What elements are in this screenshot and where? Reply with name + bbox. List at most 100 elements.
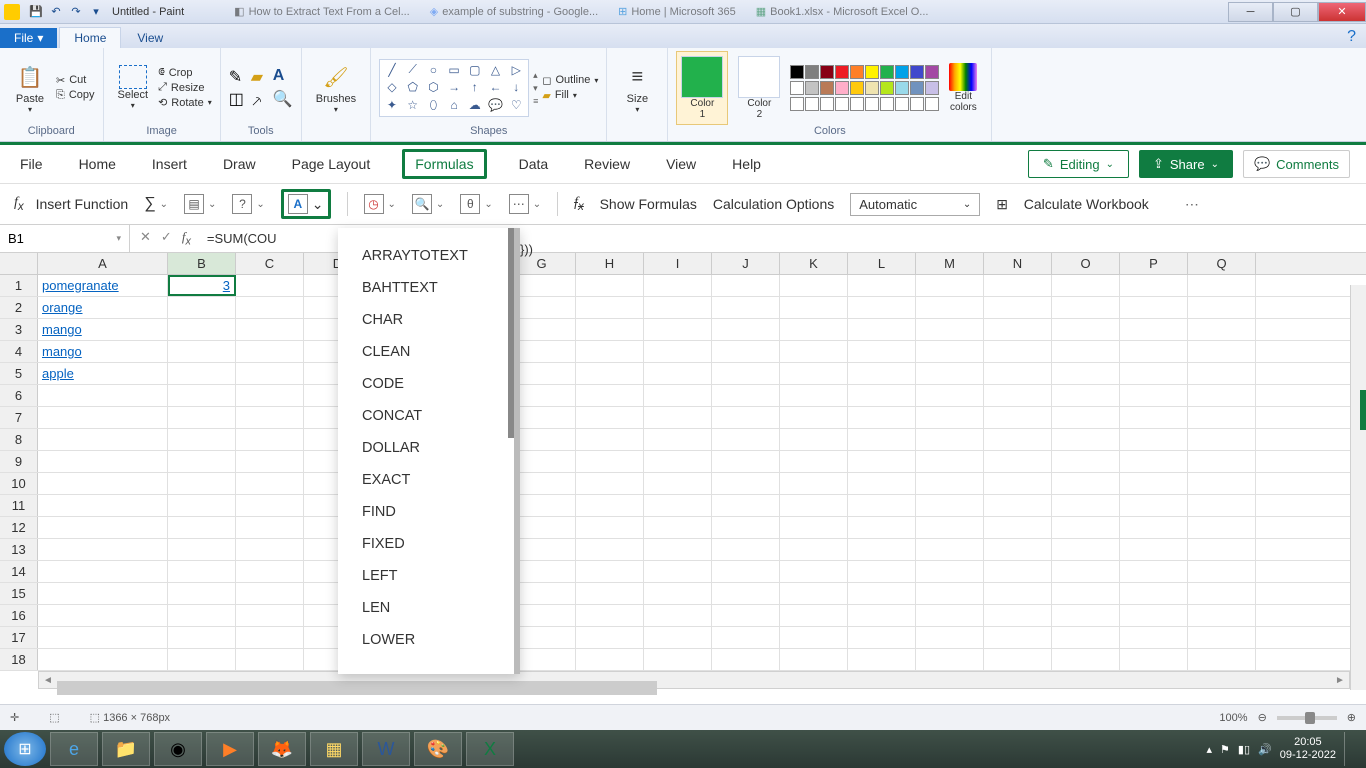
row-header[interactable]: 6	[0, 385, 38, 406]
cell[interactable]	[1188, 473, 1256, 494]
color-palette-row2[interactable]	[790, 81, 939, 95]
browser-tab[interactable]: ◈example of substring - Google...	[430, 5, 598, 18]
cell[interactable]	[984, 561, 1052, 582]
cell[interactable]	[1120, 539, 1188, 560]
taskbar-paint[interactable]: 🎨	[414, 732, 462, 766]
col-header-J[interactable]: J	[712, 253, 780, 274]
text-functions-dropdown[interactable]: A⌄	[281, 189, 331, 219]
minimize-button[interactable]: ─	[1228, 2, 1273, 22]
cell[interactable]	[236, 517, 304, 538]
menu-data[interactable]: Data	[515, 150, 553, 178]
cell[interactable]	[984, 429, 1052, 450]
menu-item-arraytotext[interactable]: ARRAYTOTEXT	[338, 240, 514, 272]
cell[interactable]	[576, 451, 644, 472]
cell[interactable]	[1052, 275, 1120, 296]
cell[interactable]	[1052, 517, 1120, 538]
cell[interactable]	[848, 539, 916, 560]
cell[interactable]	[712, 363, 780, 384]
menu-item-bahttext[interactable]: BAHTTEXT	[338, 272, 514, 304]
col-header-C[interactable]: C	[236, 253, 304, 274]
cell[interactable]	[576, 297, 644, 318]
select-all-corner[interactable]	[0, 253, 38, 274]
calculation-mode-select[interactable]: Automatic⌄	[850, 193, 980, 216]
paint-tab-home[interactable]: Home	[59, 27, 121, 48]
cell[interactable]	[1188, 517, 1256, 538]
zoom-out-button[interactable]: ⊖	[1258, 711, 1267, 724]
cell[interactable]	[984, 583, 1052, 604]
cell[interactable]	[168, 319, 236, 340]
taskbar-ie[interactable]: e	[50, 732, 98, 766]
cell[interactable]	[168, 561, 236, 582]
menu-review[interactable]: Review	[580, 150, 634, 178]
cell[interactable]	[984, 495, 1052, 516]
cell[interactable]	[916, 627, 984, 648]
cell[interactable]	[38, 385, 168, 406]
brushes-button[interactable]: 🖌Brushes▾	[310, 59, 362, 116]
color-swatch[interactable]	[880, 81, 894, 95]
cell[interactable]	[644, 649, 712, 670]
cell[interactable]	[236, 605, 304, 626]
cell[interactable]	[916, 583, 984, 604]
zoom-slider[interactable]	[1277, 716, 1337, 720]
cell[interactable]	[848, 649, 916, 670]
cell[interactable]	[712, 517, 780, 538]
cell[interactable]	[848, 495, 916, 516]
size-button[interactable]: ≡Size▾	[615, 59, 659, 116]
cell[interactable]	[780, 407, 848, 428]
cell[interactable]	[236, 473, 304, 494]
cell[interactable]	[848, 627, 916, 648]
cell[interactable]	[576, 319, 644, 340]
cell[interactable]	[984, 407, 1052, 428]
cell[interactable]	[576, 429, 644, 450]
color-swatch[interactable]	[910, 65, 924, 79]
cell[interactable]	[644, 385, 712, 406]
cell[interactable]	[780, 561, 848, 582]
cell[interactable]	[712, 539, 780, 560]
cell[interactable]	[1052, 385, 1120, 406]
cell[interactable]	[1052, 407, 1120, 428]
cell[interactable]	[1188, 341, 1256, 362]
cell[interactable]	[1188, 275, 1256, 296]
menu-file[interactable]: File	[16, 150, 47, 178]
col-header-Q[interactable]: Q	[1188, 253, 1256, 274]
cell[interactable]	[644, 473, 712, 494]
cell[interactable]	[780, 385, 848, 406]
cell[interactable]	[236, 583, 304, 604]
cell[interactable]	[1052, 319, 1120, 340]
date-time-dropdown[interactable]: ◷⌄	[364, 194, 396, 214]
color-swatch[interactable]	[790, 81, 804, 95]
cell[interactable]	[848, 275, 916, 296]
cell[interactable]	[236, 627, 304, 648]
cell[interactable]	[1120, 583, 1188, 604]
magnifier-tool[interactable]: 🔍	[273, 89, 293, 109]
color-swatch[interactable]	[865, 81, 879, 95]
menu-item-code[interactable]: CODE	[338, 368, 514, 400]
cell[interactable]	[1120, 363, 1188, 384]
menu-item-char[interactable]: CHAR	[338, 304, 514, 336]
cell[interactable]	[168, 429, 236, 450]
cell[interactable]	[984, 385, 1052, 406]
lookup-dropdown[interactable]: 🔍⌄	[412, 194, 444, 214]
cell[interactable]	[236, 297, 304, 318]
browser-tab[interactable]: ◧How to Extract Text From a Cel...	[234, 5, 410, 18]
cell[interactable]	[712, 495, 780, 516]
cell[interactable]	[916, 451, 984, 472]
color1-button[interactable]: Color 1	[676, 51, 728, 125]
cell[interactable]	[1052, 561, 1120, 582]
cell[interactable]	[1052, 451, 1120, 472]
cell[interactable]	[236, 275, 304, 296]
fill-shape-button[interactable]: ▰Fill▾	[542, 89, 598, 102]
cell[interactable]	[1120, 385, 1188, 406]
cell[interactable]	[780, 429, 848, 450]
taskbar-chrome[interactable]: ◉	[154, 732, 202, 766]
cell[interactable]	[780, 363, 848, 384]
cell[interactable]	[848, 605, 916, 626]
cell[interactable]	[644, 627, 712, 648]
menu-page-layout[interactable]: Page Layout	[288, 150, 375, 178]
show-formulas-button[interactable]: fx Show Formulas	[574, 195, 697, 213]
cell[interactable]	[236, 539, 304, 560]
cell[interactable]	[576, 275, 644, 296]
cell[interactable]	[168, 341, 236, 362]
cell[interactable]	[848, 583, 916, 604]
cell[interactable]	[38, 539, 168, 560]
